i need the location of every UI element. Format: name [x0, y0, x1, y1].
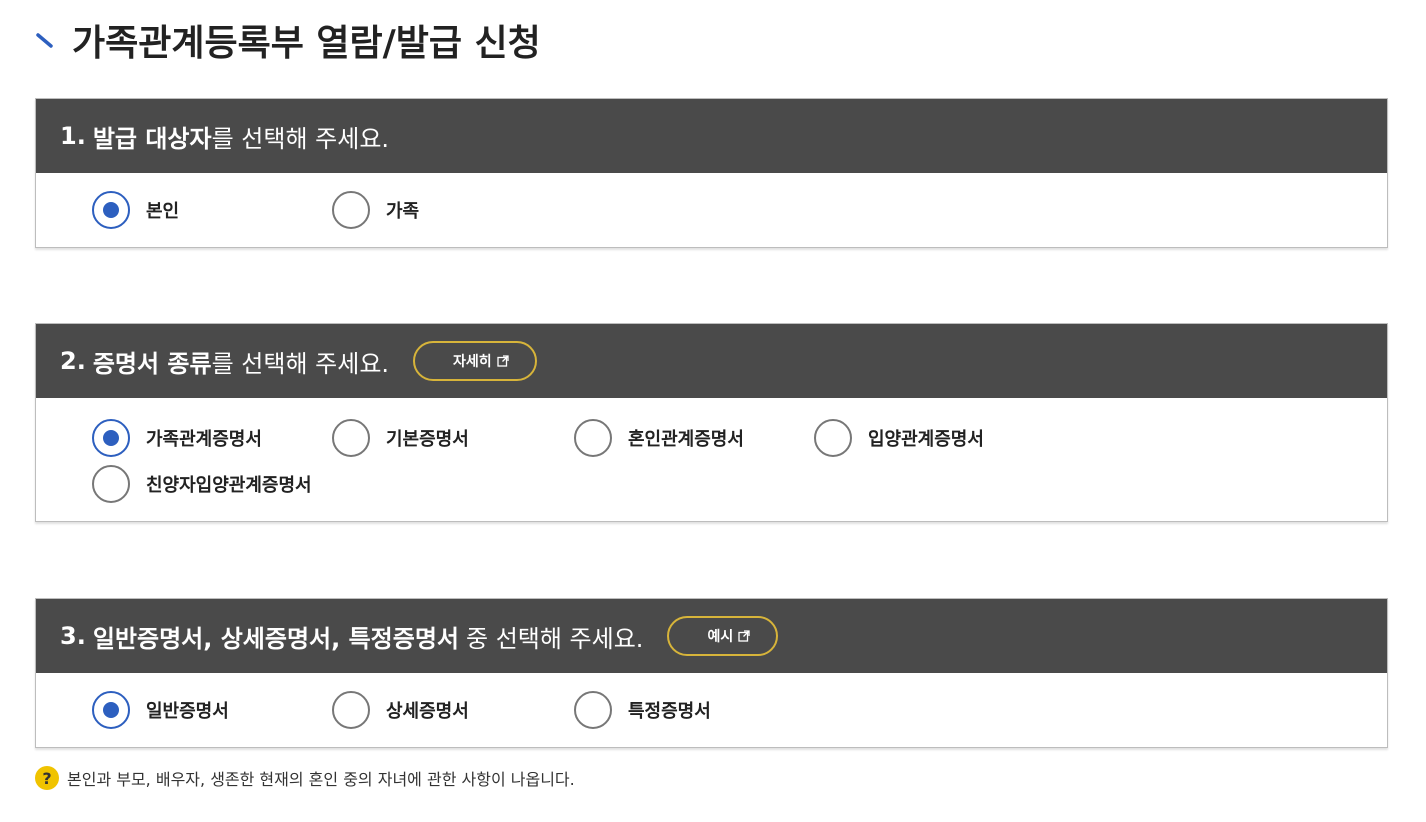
title-mark-icon [36, 33, 53, 48]
section-number: 1. [60, 122, 86, 150]
radio-option-detailed[interactable]: 상세증명서 [332, 687, 574, 733]
section-title-bold: 일반증명서, 상세증명서, 특정증명서 [92, 624, 459, 653]
radio-group-certificate-type: 가족관계증명서 기본증명서 혼인관계증명서 입양관계증명서 친양자입양관계증명서 [36, 398, 1387, 521]
help-icon: ? [35, 766, 59, 790]
external-link-icon [738, 630, 750, 642]
section-number: 2. [60, 347, 86, 375]
radio-group-certificate-detail: 일반증명서 상세증명서 특정증명서 [36, 673, 1387, 747]
help-note-text: 본인과 부모, 배우자, 생존한 현재의 혼인 중의 자녀에 관한 사항이 나옵… [67, 770, 575, 789]
external-link-icon [497, 355, 509, 367]
example-button[interactable]: 예시 [667, 616, 779, 656]
radio-label: 입양관계증명서 [868, 428, 984, 450]
page-title-text: 가족관계등록부 열람/발급 신청 [72, 23, 541, 64]
section-title-rest: 를 선택해 주세요. [211, 124, 390, 153]
section-certificate-detail: 3. 일반증명서, 상세증명서, 특정증명서 중 선택해 주세요. 예시 일반증… [35, 598, 1388, 748]
radio-label: 혼인관계증명서 [628, 428, 744, 450]
help-note: ? 본인과 부모, 배우자, 생존한 현재의 혼인 중의 자녀에 관한 사항이 … [35, 766, 575, 790]
radio-label: 가족 [386, 201, 420, 222]
radio-option-full-adoption[interactable]: 친양자입양관계증명서 [92, 461, 492, 507]
section-number: 3. [60, 622, 86, 650]
radio-option-basic[interactable]: 기본증명서 [332, 415, 574, 461]
radio-option-self[interactable]: 본인 [92, 187, 332, 233]
radio-option-family[interactable]: 가족 [332, 187, 419, 233]
section-title-bold: 증명서 종류 [92, 349, 212, 378]
section-header: 1. 발급 대상자 를 선택해 주세요. [36, 99, 1387, 173]
details-button[interactable]: 자세히 [413, 341, 537, 381]
section-title-rest: 를 선택해 주세요. [211, 349, 390, 378]
section-header: 2. 증명서 종류 를 선택해 주세요. 자세히 [36, 324, 1387, 398]
radio-label: 일반증명서 [146, 701, 229, 722]
radio-label: 친양자입양관계증명서 [146, 474, 312, 496]
radio-option-specific[interactable]: 특정증명서 [574, 687, 711, 733]
radio-button[interactable] [92, 464, 130, 503]
section-certificate-type: 2. 증명서 종류 를 선택해 주세요. 자세히 가족관계증명서 기본증명서 혼… [35, 323, 1388, 522]
radio-button[interactable] [92, 418, 130, 457]
radio-label: 본인 [146, 201, 180, 222]
section-header: 3. 일반증명서, 상세증명서, 특정증명서 중 선택해 주세요. 예시 [36, 599, 1387, 673]
page-title: 가족관계등록부 열람/발급 신청 [34, 12, 541, 68]
section-title-rest: 중 선택해 주세요. [465, 624, 644, 653]
radio-label: 상세증명서 [386, 701, 469, 722]
radio-option-family-relation[interactable]: 가족관계증명서 [92, 415, 332, 461]
radio-label: 기본증명서 [386, 428, 469, 450]
radio-button[interactable] [92, 191, 130, 229]
radio-button[interactable] [332, 691, 370, 729]
radio-button[interactable] [574, 691, 612, 729]
radio-option-adoption[interactable]: 입양관계증명서 [814, 415, 1064, 461]
details-button-label: 자세히 [453, 354, 492, 370]
radio-button[interactable] [814, 418, 852, 457]
radio-button[interactable] [332, 191, 370, 229]
example-button-label: 예시 [707, 629, 734, 645]
radio-group-target: 본인 가족 [36, 173, 1387, 247]
section-title-bold: 발급 대상자 [92, 124, 212, 153]
radio-button[interactable] [332, 418, 370, 457]
radio-option-general[interactable]: 일반증명서 [92, 687, 332, 733]
radio-label: 가족관계증명서 [146, 428, 262, 450]
radio-button[interactable] [574, 418, 612, 457]
radio-button[interactable] [92, 691, 130, 729]
radio-option-marriage[interactable]: 혼인관계증명서 [574, 415, 814, 461]
radio-label: 특정증명서 [628, 701, 711, 722]
section-target: 1. 발급 대상자 를 선택해 주세요. 본인 가족 [35, 98, 1388, 248]
